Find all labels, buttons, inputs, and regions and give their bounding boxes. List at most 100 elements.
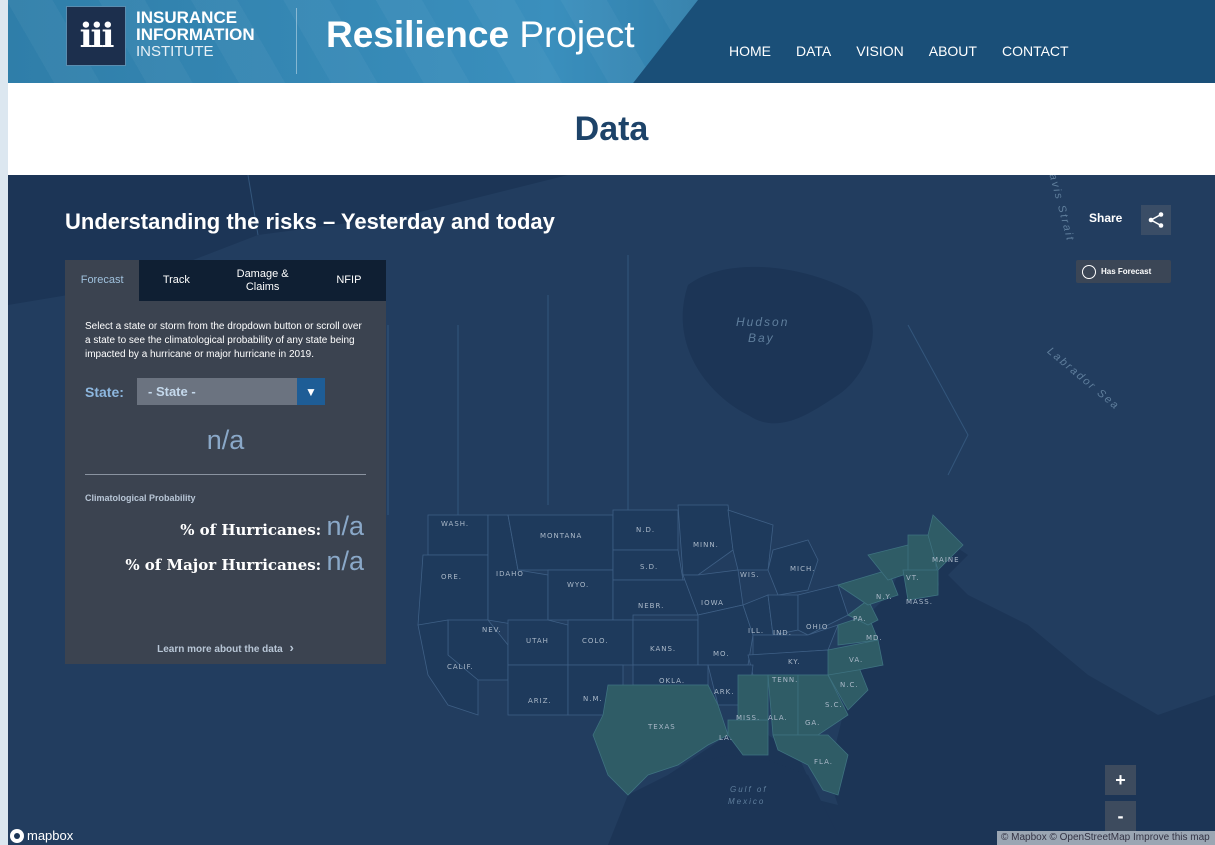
lbl-ind: IND. (773, 629, 792, 637)
lbl-ala: ALA. (768, 714, 788, 722)
lbl-kans: KANS. (650, 645, 676, 653)
has-forecast-label: Has Forecast (1101, 267, 1152, 276)
tab-forecast[interactable]: Forecast (65, 260, 140, 301)
forecast-panel: Forecast Track Damage & Claims NFIP Sele… (65, 260, 386, 664)
lbl-wyo: WYO. (567, 581, 589, 589)
forecast-value: n/a (206, 425, 245, 455)
lbl-la: LA. (719, 734, 733, 742)
lbl-ga: GA. (805, 719, 820, 727)
mapbox-label: mapbox (27, 828, 74, 843)
lbl-texas: TEXAS (647, 723, 676, 731)
forecast-ring-icon (1082, 264, 1096, 279)
lbl-nebr: NEBR. (638, 602, 664, 610)
state-label: State: (85, 383, 124, 400)
lbl-ill: ILL. (748, 627, 764, 635)
nav-data[interactable]: DATA (796, 43, 831, 59)
lbl-ark: ARK. (714, 688, 734, 696)
site-header: iii INSURANCE INFORMATION INSTITUTE Resi… (8, 0, 1215, 83)
lbl-ohio: OHIO (806, 623, 828, 631)
nav-contact[interactable]: CONTACT (1002, 43, 1069, 59)
logo-glyph: iii (79, 16, 115, 56)
lbl-colo: COLO. (582, 637, 609, 645)
brand-title[interactable]: Resilience Project (326, 14, 635, 56)
lbl-nc: N.C. (840, 681, 859, 689)
iii-logo[interactable]: iii (66, 6, 126, 66)
nav-home[interactable]: HOME (729, 43, 771, 59)
lbl-calif: CALIF. (447, 663, 474, 671)
lbl-sd: S.D. (640, 563, 658, 571)
map-heading: Understanding the risks – Yesterday and … (65, 209, 555, 234)
lbl-iowa: IOWA (701, 599, 724, 607)
lbl-mich: MICH. (790, 565, 815, 573)
zoom-in-button[interactable]: + (1105, 765, 1136, 795)
org-line-2: INFORMATION (136, 25, 255, 44)
nav-about[interactable]: ABOUT (929, 43, 977, 59)
pct-major-label: % of Major Hurricanes: (125, 556, 322, 574)
pct-hurricanes-row: % of Hurricanes: n/a (65, 511, 386, 542)
main-nav: HOME DATA VISION ABOUT CONTACT (729, 43, 1069, 59)
share-button[interactable] (1141, 205, 1171, 235)
lbl-miss: MISS. (736, 714, 760, 722)
learn-more-label: Learn more about the data (157, 644, 283, 655)
org-name[interactable]: INSURANCE INFORMATION INSTITUTE (136, 9, 255, 60)
label-gulf-1: Gulf of (730, 785, 768, 794)
lbl-mass: MASS. (906, 598, 933, 606)
panel-tabs: Forecast Track Damage & Claims NFIP (65, 260, 386, 301)
lbl-nev: NEV. (482, 626, 502, 634)
lbl-maine: MAINE (932, 556, 960, 564)
pct-hurricanes-label: % of Hurricanes: (180, 521, 322, 539)
lbl-pa: PA. (853, 615, 867, 623)
share-label[interactable]: Share (1089, 211, 1122, 225)
chevron-right-icon: › (289, 640, 294, 655)
brand-bold: Resilience (326, 14, 510, 55)
lbl-idaho: IDAHO (496, 570, 524, 578)
zoom-out-button[interactable]: - (1105, 801, 1136, 831)
tab-track[interactable]: Track (139, 260, 213, 301)
label-hudson-1: Hudson (736, 315, 790, 329)
tab-damage-claims[interactable]: Damage & Claims (214, 260, 312, 301)
mapbox-logo[interactable]: mapbox (10, 828, 73, 843)
title-band: Data (8, 83, 1215, 175)
mapbox-icon (10, 828, 24, 843)
dropdown-arrow-icon[interactable]: ▼ (297, 378, 325, 405)
tab-nfip[interactable]: NFIP (312, 260, 386, 301)
lbl-nd: N.D. (636, 526, 655, 534)
lbl-minn: MINN. (693, 541, 719, 549)
pct-major-row: % of Major Hurricanes: n/a (65, 546, 386, 577)
state-dropdown[interactable]: - State - ▼ (137, 378, 325, 405)
panel-divider (85, 474, 366, 475)
org-line-3: INSTITUTE (136, 43, 214, 60)
lbl-mo: MO. (713, 650, 730, 658)
hurricane-map[interactable]: WASH. ORE. IDAHO MONTANA WYO. N.D. S.D. … (8, 175, 1215, 845)
lbl-ore: ORE. (441, 573, 462, 581)
lbl-wis: WIS. (740, 571, 760, 579)
lbl-montana: MONTANA (540, 532, 582, 540)
share-icon (1148, 212, 1164, 228)
lbl-va: VA. (849, 656, 863, 664)
lbl-okla: OKLA. (659, 677, 685, 685)
panel-description: Select a state or storm from the dropdow… (85, 321, 362, 360)
lbl-tenn: TENN. (771, 676, 798, 684)
header-wedge (633, 0, 1215, 83)
lbl-utah: UTAH (526, 637, 549, 645)
logo-divider (296, 8, 297, 74)
lbl-wash: WASH. (441, 520, 469, 528)
has-forecast-legend[interactable]: Has Forecast (1076, 260, 1171, 283)
lbl-ny: N.Y. (876, 593, 893, 601)
lbl-ky: KY. (788, 658, 800, 666)
state-selected-value: - State - (148, 384, 196, 399)
pct-major-value: n/a (326, 546, 364, 576)
map-attribution[interactable]: © Mapbox © OpenStreetMap Improve this ma… (997, 831, 1215, 845)
brand-light: Project (519, 14, 635, 55)
lbl-md: MD. (866, 634, 883, 642)
page-title: Data (574, 110, 649, 148)
lbl-fla: FLA. (814, 758, 833, 766)
pct-hurricanes-value: n/a (326, 511, 364, 541)
learn-more-link[interactable]: Learn more about the data › (65, 640, 386, 655)
label-hudson-2: Bay (748, 331, 775, 345)
nav-vision[interactable]: VISION (856, 43, 903, 59)
state-row: State: - State - ▼ (85, 378, 386, 405)
org-line-1: INSURANCE (136, 8, 238, 27)
lbl-vt: VT. (906, 574, 919, 582)
lbl-ariz: ARIZ. (528, 697, 552, 705)
